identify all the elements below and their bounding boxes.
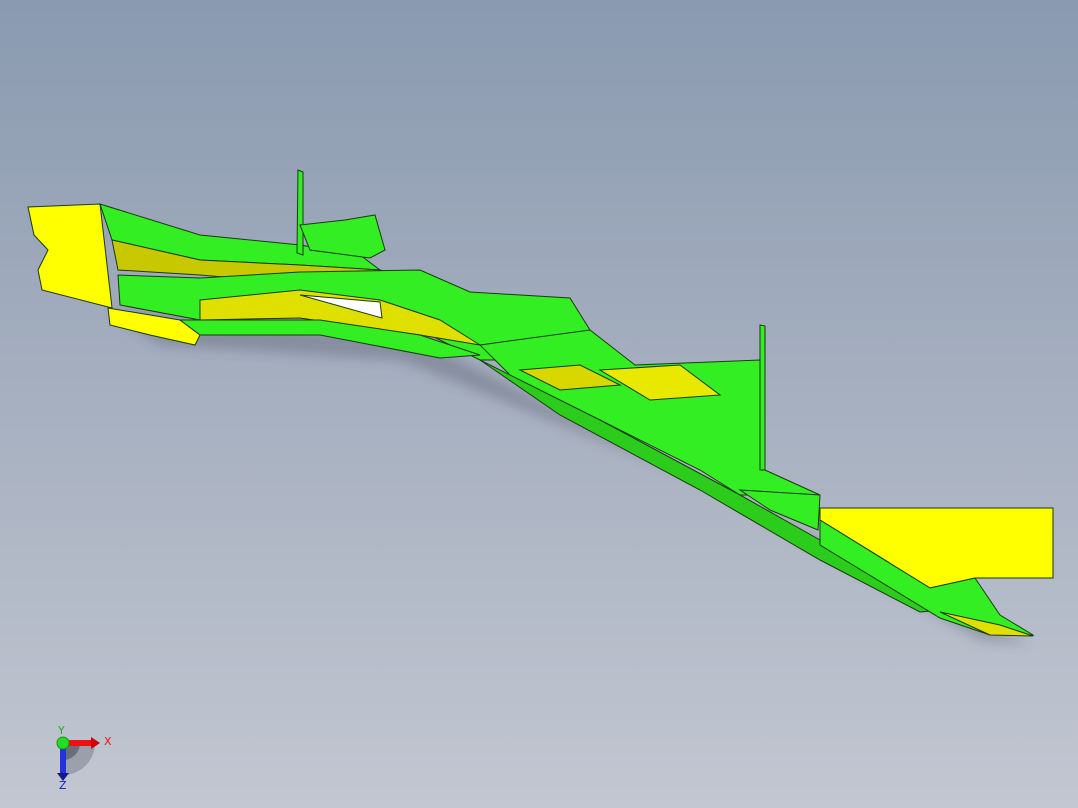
graphics-viewport[interactable]: X Y Z — [0, 0, 1078, 808]
left-end-face — [27, 203, 113, 309]
middle-body — [478, 329, 821, 496]
fin-left — [296, 169, 304, 256]
view-triad: X Y Z — [56, 724, 112, 792]
y-axis-label: Y — [57, 724, 65, 737]
x-axis-label: X — [104, 735, 112, 748]
y-axis-point — [56, 736, 70, 750]
z-axis-label: Z — [59, 779, 67, 792]
fin-right — [759, 324, 766, 471]
model-view[interactable] — [0, 0, 1078, 808]
